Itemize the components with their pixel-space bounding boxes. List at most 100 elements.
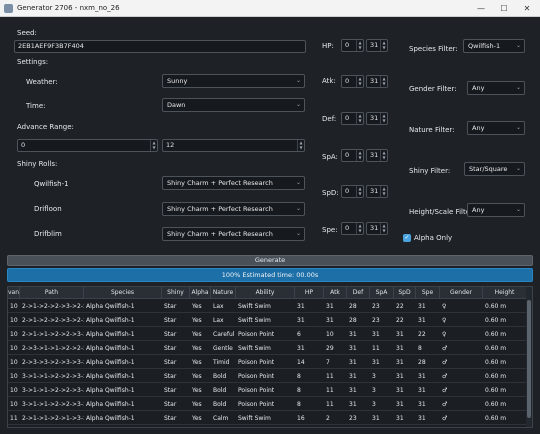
table-cell: Swift Swim <box>238 317 271 324</box>
column-header[interactable]: SpD <box>394 287 416 299</box>
spd-min-spin[interactable]: 0 ▲ ▼ <box>341 185 364 198</box>
roll-drifblim-select[interactable]: Shiny Charm + Perfect Research ⌄ <box>162 227 305 241</box>
spin-arrows-icon[interactable]: ▲ ▼ <box>356 76 363 87</box>
spin-arrows-icon[interactable]: ▲ ▼ <box>380 150 387 161</box>
hp-max-spin[interactable]: 31 ▲ ▼ <box>366 39 388 52</box>
column-header[interactable]: Spe <box>416 287 440 299</box>
spa-max-spin[interactable]: 31 ▲ ▼ <box>366 149 388 162</box>
spin-arrows-icon[interactable]: ▲ ▼ <box>356 40 363 51</box>
table-cell: 31 <box>349 331 357 338</box>
table-row[interactable]: 10 2->1->2->2->3->2->2->1->2->3->3Alpha Q… <box>8 314 527 327</box>
table-row[interactable]: 10 2->3->1->1->2->2->3->2->3->3->3Alpha Q… <box>8 342 527 355</box>
roll-qwilfish-select[interactable]: Shiny Charm + Perfect Research ⌄ <box>162 176 305 190</box>
table-row[interactable]: 10 3->1->1->2->2->3->1->1->2->3->2Alpha Q… <box>8 384 527 397</box>
table-cell: 2->3->3->2->3->3->3->1->1->1->3 <box>22 359 84 366</box>
table-cell: Poison Point <box>238 387 275 394</box>
atk-max-spin[interactable]: 31 ▲ ▼ <box>366 75 388 88</box>
height-filter-select[interactable]: Any ⌄ <box>467 203 525 217</box>
def-max-spin[interactable]: 31 ▲ ▼ <box>366 112 388 125</box>
spa-min-spin[interactable]: 0 ▲ ▼ <box>341 149 364 162</box>
column-header[interactable]: HP <box>295 287 324 299</box>
column-header[interactable]: Height <box>483 287 527 299</box>
chevron-down-icon: ⌄ <box>515 84 521 91</box>
roll-drifblim-label: Drifblim <box>34 230 62 238</box>
spa-label: SpA: <box>322 153 338 161</box>
roll-drifloon-select[interactable]: Shiny Charm + Perfect Research ⌄ <box>162 202 305 216</box>
column-header[interactable]: Alpha <box>190 287 211 299</box>
table-cell: 23 <box>347 426 370 427</box>
column-header[interactable]: Path <box>20 287 84 299</box>
column-header[interactable]: Ability <box>236 287 295 299</box>
spin-arrows-icon[interactable]: ▲ ▼ <box>297 140 304 151</box>
column-header[interactable]: Atk <box>324 287 347 299</box>
spin-arrows-icon[interactable]: ▲ ▼ <box>380 113 387 124</box>
column-header[interactable]: van <box>8 287 20 299</box>
spin-arrows-icon[interactable]: ▲ ▼ <box>380 40 387 51</box>
roll-qwilfish-label: Qwilfish-1 <box>34 180 69 188</box>
table-cell: 31 <box>349 359 357 366</box>
spd-label: SpD: <box>322 189 339 197</box>
shiny-filter-label: Shiny Filter: <box>409 167 451 175</box>
height-filter-label: Height/Scale Filter: <box>409 208 476 216</box>
table-cell: 11 <box>326 401 334 408</box>
spin-arrows-icon[interactable]: ▲ ▼ <box>380 186 387 197</box>
table-cell: Star <box>164 331 177 338</box>
column-header[interactable]: Shiny <box>162 287 190 299</box>
column-header[interactable]: Species <box>84 287 162 299</box>
minimize-icon[interactable]: — <box>470 1 492 16</box>
spe-min-spin[interactable]: 0 ▲ ▼ <box>341 222 364 235</box>
table-cell: 3 <box>372 401 376 408</box>
maximize-icon[interactable]: ☐ <box>493 1 515 16</box>
table-cell: Alpha Qwilfish-1 <box>86 317 135 324</box>
column-header[interactable]: Gender <box>440 287 483 299</box>
table-cell: Yes <box>192 387 202 394</box>
close-icon[interactable]: ✕ <box>516 1 538 16</box>
spin-arrows-icon[interactable]: ▲ ▼ <box>356 223 363 234</box>
shiny-filter-select[interactable]: Star/Square ⌄ <box>464 162 525 176</box>
spe-max-spin[interactable]: 31 ▲ ▼ <box>366 222 388 235</box>
spin-arrows-icon[interactable]: ▲ ▼ <box>380 76 387 87</box>
hp-min-spin[interactable]: 0 ▲ ▼ <box>341 39 364 52</box>
advance-max-spin[interactable]: 12 ▲ ▼ <box>162 139 305 152</box>
results-table: van Path Species Shiny Alpha Nature Ability HP A… <box>7 286 533 428</box>
column-header[interactable]: Def <box>347 287 370 299</box>
column-header[interactable]: SpA <box>370 287 394 299</box>
table-row[interactable]: 112->1->1->2->1->3->2->3->1->2->3Alpha Q… <box>8 412 527 425</box>
advance-min-spin[interactable]: 0 ▲ ▼ <box>17 139 158 152</box>
table-row[interactable]: 112->1->1->2->1->3->2->3->1->3->2Alpha Q… <box>8 426 527 427</box>
spin-arrows-icon[interactable]: ▲ ▼ <box>380 223 387 234</box>
table-cell: 2->1->2->2->3->2->2->1->2->3->3 <box>22 317 84 324</box>
table-cell: Star <box>164 359 177 366</box>
vertical-scrollbar[interactable] <box>526 287 532 427</box>
nature-filter-select[interactable]: Any ⌄ <box>467 121 525 135</box>
scrollbar-thumb[interactable] <box>527 300 531 418</box>
table-row[interactable]: 10 3->1->1->2->2->3->1->1->2->3->3Alpha Q… <box>8 398 527 411</box>
spin-arrows-icon[interactable]: ▲ ▼ <box>356 150 363 161</box>
table-row[interactable]: 10 2->1->1->2->2->3->2->2->1->2->3Alpha Q… <box>8 328 527 341</box>
table-cell: Yes <box>190 426 211 427</box>
spin-arrows-icon[interactable]: ▲ ▼ <box>150 140 157 151</box>
weather-select[interactable]: Sunny ⌄ <box>162 74 305 88</box>
def-min-spin[interactable]: 0 ▲ ▼ <box>341 112 364 125</box>
table-row[interactable]: 10 2->1->2->2->3->2->2->1->2->3->2Alpha Q… <box>8 300 527 313</box>
alpha-only-checkbox[interactable]: ✓ <box>403 234 411 242</box>
species-filter-select[interactable]: Qwilfish-1 ⌄ <box>463 39 525 53</box>
gender-filter-select[interactable]: Any ⌄ <box>467 81 525 95</box>
time-select[interactable]: Dawn ⌄ <box>162 98 305 112</box>
seed-input[interactable]: 2EB1AEF9F3B7F404 <box>14 40 306 53</box>
table-cell: Gentle <box>213 345 233 352</box>
table-cell: 31 <box>418 387 426 394</box>
generate-button[interactable]: Generate <box>7 255 533 266</box>
table-row[interactable]: 10 2->3->3->2->3->3->3->1->1->1->3Alpha Q… <box>8 356 527 369</box>
column-header[interactable]: Nature <box>211 287 236 299</box>
spin-arrows-icon[interactable]: ▲ ▼ <box>356 186 363 197</box>
table-cell: 31 <box>349 373 357 380</box>
atk-min-spin[interactable]: 0 ▲ ▼ <box>341 75 364 88</box>
table-cell: 2->1->1->2->2->3->2->2->1->2->3 <box>22 331 84 338</box>
spd-max-spin[interactable]: 31 ▲ ▼ <box>366 185 388 198</box>
chevron-down-icon: ⌄ <box>295 205 301 212</box>
table-row[interactable]: 10 3->1->1->2->2->3->1->1->2->3->1Alpha Q… <box>8 370 527 383</box>
table-cell: Star <box>162 426 190 427</box>
table-cell: Yes <box>192 415 202 422</box>
spin-arrows-icon[interactable]: ▲ ▼ <box>356 113 363 124</box>
